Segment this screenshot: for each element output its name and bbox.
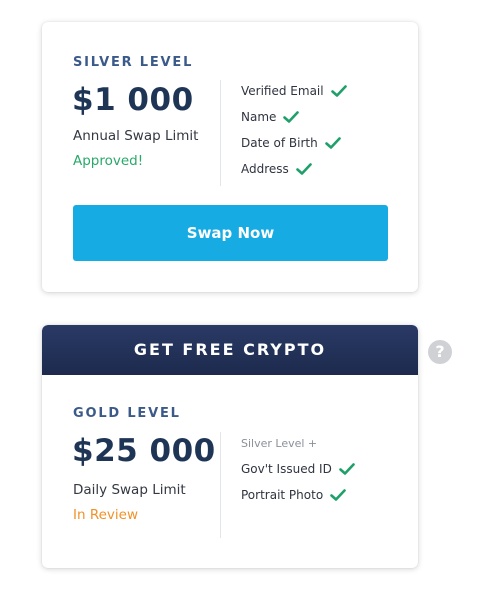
level-title: GOLD LEVEL — [73, 406, 181, 421]
requirement-label: Verified Email — [241, 84, 324, 98]
requirement-label: Portrait Photo — [241, 488, 324, 502]
check-icon — [324, 137, 341, 149]
requirement-item: Date of Birth — [241, 130, 347, 156]
requirement-item: Verified Email — [241, 78, 347, 104]
level-title: SILVER LEVEL — [73, 55, 194, 70]
swap-limit-label: Annual Swap Limit — [73, 128, 199, 144]
swap-limit-amount: $25 000 — [72, 433, 216, 469]
requirement-label: Gov't Issued ID — [241, 462, 332, 476]
get-free-crypto-banner[interactable]: GET FREE CRYPTO — [42, 325, 418, 375]
requirements-list: Silver Level + Gov't Issued ID Portrait … — [241, 430, 355, 508]
requirement-item: Address — [241, 156, 347, 182]
swap-limit-amount: $1 000 — [72, 82, 194, 118]
divider — [220, 432, 221, 538]
check-icon — [295, 163, 312, 175]
gold-level-card: GET FREE CRYPTO GOLD LEVEL $25 000 Daily… — [42, 325, 418, 568]
status-badge: In Review — [73, 507, 138, 523]
question-circle-icon[interactable]: ? — [428, 340, 452, 364]
check-icon — [330, 85, 347, 97]
check-icon — [330, 489, 346, 501]
requirement-label: Name — [241, 110, 277, 124]
requirements-heading: Silver Level + — [241, 436, 318, 450]
requirement-label: Date of Birth — [241, 136, 318, 150]
divider — [220, 80, 221, 186]
check-icon — [283, 111, 300, 123]
status-badge: Approved! — [73, 153, 144, 169]
requirement-item: Name — [241, 104, 347, 130]
requirements-list: Verified Email Name Date of Birth Addres… — [241, 78, 347, 182]
requirement-label: Address — [241, 162, 289, 176]
swap-now-button[interactable]: Swap Now — [73, 205, 388, 261]
requirement-item: Portrait Photo — [241, 482, 355, 508]
swap-limit-label: Daily Swap Limit — [73, 482, 186, 498]
requirement-item: Gov't Issued ID — [241, 456, 355, 482]
check-icon — [339, 463, 355, 475]
silver-level-card: SILVER LEVEL $1 000 Annual Swap Limit Ap… — [42, 22, 418, 292]
